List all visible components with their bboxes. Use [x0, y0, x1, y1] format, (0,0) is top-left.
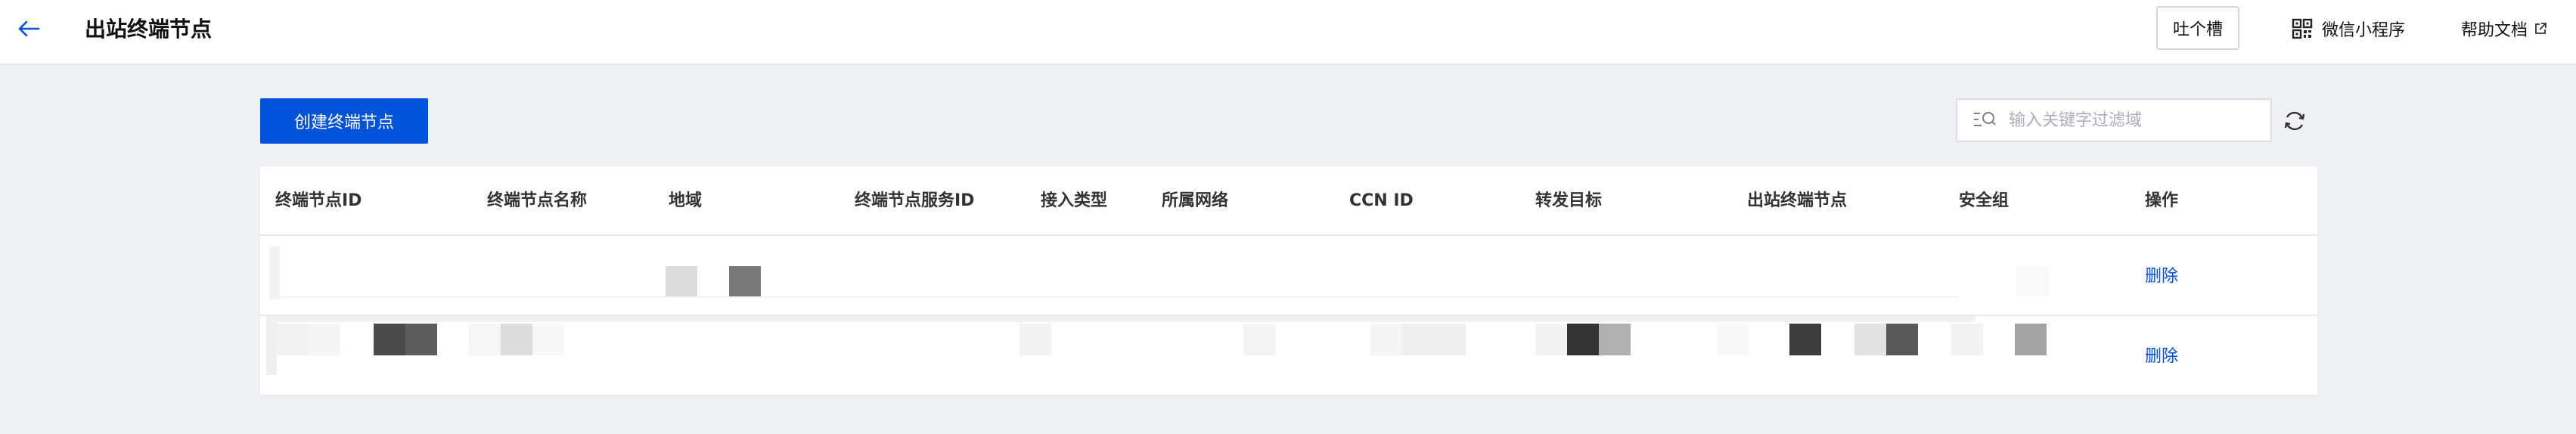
back-button[interactable]: [15, 15, 42, 42]
column-header-forward-target: 转发目标: [1535, 191, 1603, 210]
redacted-cell: [1535, 324, 1567, 355]
redacted-cell: [1886, 324, 1918, 355]
filter-search-icon: [1974, 112, 1996, 126]
column-header-actions: 操作: [2145, 191, 2179, 210]
refresh-button[interactable]: [2281, 107, 2308, 135]
top-bar: 出站终端节点 吐个槽 微信小程序 帮助文档: [0, 0, 2576, 65]
redacted-cell: [1020, 324, 1051, 355]
redacted-cell: [2015, 324, 2047, 355]
column-header-ccn-id: CCN ID: [1349, 191, 1414, 210]
redacted-cell: [469, 324, 501, 355]
arrow-left-icon: [18, 20, 40, 37]
redacted-cell: [1854, 324, 1886, 355]
table-header: 终端节点ID 终端节点名称 地域 终端节点服务ID 接入类型 所属网络 CCN …: [260, 166, 2317, 236]
table-row: 删除: [260, 316, 2317, 395]
column-header-access-type: 接入类型: [1041, 191, 1108, 210]
mini-program-label: 微信小程序: [2322, 21, 2406, 40]
redacted-cell: [1243, 324, 1275, 355]
redacted-cell: [1567, 324, 1599, 355]
create-endpoint-button[interactable]: 创建终端节点: [260, 98, 428, 144]
redacted-cell: [1370, 324, 1402, 355]
wechat-mini-program-link[interactable]: 微信小程序: [2292, 14, 2405, 44]
redacted-cell: [1599, 324, 1631, 355]
search-input[interactable]: [2009, 110, 2258, 130]
redacted-cell: [729, 266, 761, 296]
redacted-cell: [266, 316, 1975, 322]
redacted-cell: [280, 296, 1959, 298]
redacted-cell: [501, 324, 532, 355]
redacted-cell: [277, 324, 309, 355]
column-header-service-id: 终端节点服务ID: [855, 191, 975, 210]
redacted-cell: [1951, 324, 1983, 355]
page-title: 出站终端节点: [85, 17, 213, 42]
feedback-button[interactable]: 吐个槽: [2156, 6, 2239, 50]
redacted-cell: [405, 324, 437, 355]
redacted-cell: [2016, 266, 2048, 296]
table-row: 删除: [260, 237, 2317, 316]
delete-link[interactable]: 删除: [2145, 345, 2178, 369]
redacted-cell: [532, 324, 564, 355]
column-header-endpoint-name: 终端节点名称: [487, 191, 588, 210]
redacted-cell: [1717, 324, 1749, 355]
redacted-cell: [1789, 324, 1821, 355]
redacted-cell: [309, 324, 340, 355]
column-header-endpoint-id: 终端节点ID: [275, 191, 362, 210]
external-link-icon: [2535, 23, 2547, 34]
qr-code-icon: [2292, 18, 2313, 39]
redacted-cell: [269, 246, 280, 299]
redacted-cell: [266, 322, 277, 375]
column-header-region: 地域: [669, 191, 703, 210]
column-header-network: 所属网络: [1162, 191, 1229, 210]
search-box[interactable]: [1956, 98, 2272, 142]
redacted-cell: [374, 324, 405, 355]
column-header-security-group: 安全组: [1959, 191, 2010, 210]
delete-link[interactable]: 删除: [2145, 265, 2178, 289]
help-doc-label: 帮助文档: [2461, 21, 2528, 40]
redacted-cell: [666, 266, 697, 296]
endpoint-table: 终端节点ID 终端节点名称 地域 终端节点服务ID 接入类型 所属网络 CCN …: [260, 166, 2317, 395]
column-header-outbound-endpoint: 出站终端节点: [1747, 191, 1848, 210]
refresh-icon: [2284, 111, 2305, 131]
redacted-cell: [1402, 324, 1466, 355]
help-doc-link[interactable]: 帮助文档: [2461, 14, 2547, 44]
